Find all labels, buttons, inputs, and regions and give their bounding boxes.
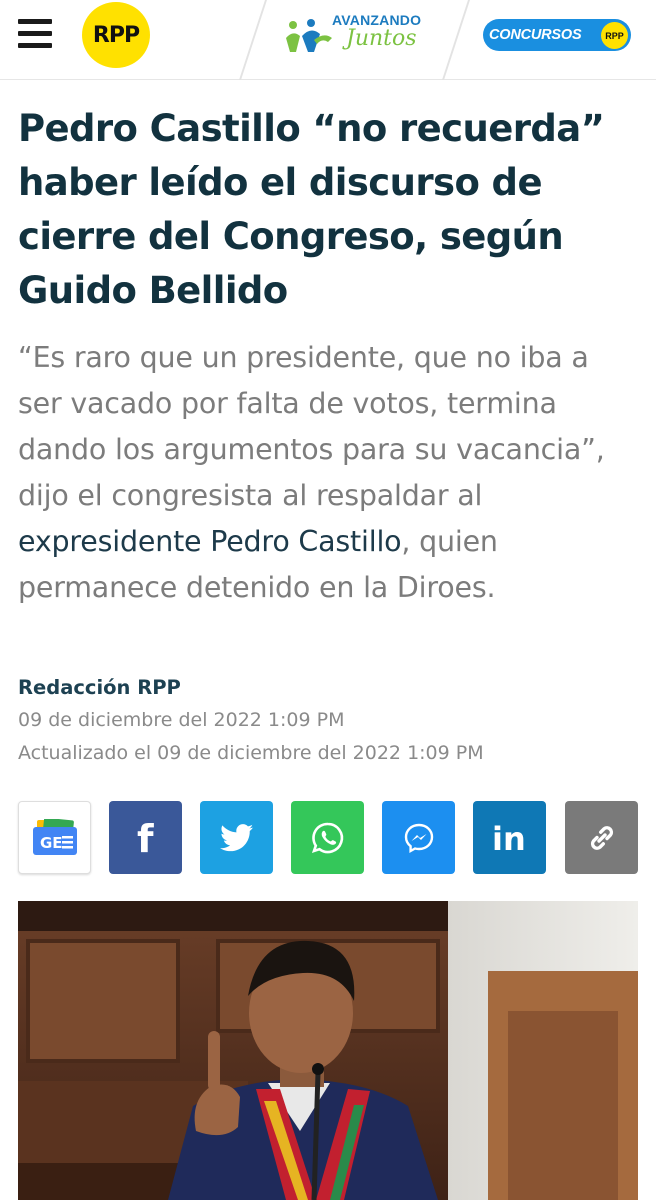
avanzando-juntos-figures-icon <box>286 19 332 52</box>
messenger-share-button[interactable] <box>382 801 455 874</box>
updated-date: Actualizado el 09 de diciembre del 2022 … <box>18 742 484 764</box>
whatsapp-share-button[interactable] <box>291 801 364 874</box>
summary-link-castillo[interactable]: expresidente Pedro Castillo <box>18 525 402 558</box>
facebook-share-button[interactable]: f <box>109 801 182 874</box>
summary-text-start: “Es raro que un presidente, que no iba a… <box>18 341 605 512</box>
copy-link-button[interactable] <box>565 801 638 874</box>
whatsapp-icon <box>311 822 343 853</box>
concursos-rpp-badge: RPP <box>601 22 628 49</box>
article-photo[interactable] <box>18 901 638 1200</box>
site-header: RPP AVANZANDO Juntos CONCURSOS RPP <box>0 0 656 80</box>
google-news-label: GE <box>40 834 63 852</box>
google-news-button[interactable]: GE <box>18 801 91 874</box>
article-headline: Pedro Castillo “no recuerda” haber leído… <box>18 107 605 312</box>
twitter-icon <box>219 823 253 851</box>
header-divider <box>239 0 267 80</box>
menu-icon[interactable] <box>18 19 52 48</box>
linkedin-share-button[interactable]: in <box>473 801 546 874</box>
rpp-logo[interactable]: RPP <box>82 2 150 68</box>
concursos-label: CONCURSOS <box>489 27 582 43</box>
article-summary: “Es raro que un presidente, que no iba a… <box>18 335 638 611</box>
facebook-letter: f <box>137 818 154 858</box>
article-author[interactable]: Redacción RPP <box>18 676 181 699</box>
facebook-icon: f <box>137 818 154 858</box>
concursos-button[interactable]: CONCURSOS RPP <box>483 19 631 51</box>
google-news-icon: GE <box>32 818 77 855</box>
twitter-share-button[interactable] <box>200 801 273 874</box>
avanzando-juntos-logo[interactable]: AVANZANDO Juntos <box>284 8 434 58</box>
header-divider <box>442 0 470 80</box>
messenger-icon <box>404 823 433 853</box>
link-icon <box>590 825 613 850</box>
linkedin-letters: in <box>492 821 526 855</box>
linkedin-icon: in <box>492 821 526 855</box>
publish-date: 09 de diciembre del 2022 1:09 PM <box>18 709 345 731</box>
rpp-logo-text: RPP <box>92 22 140 48</box>
speaker-at-congress-photo <box>18 901 638 1200</box>
campaign-subtitle: Juntos <box>346 26 417 51</box>
